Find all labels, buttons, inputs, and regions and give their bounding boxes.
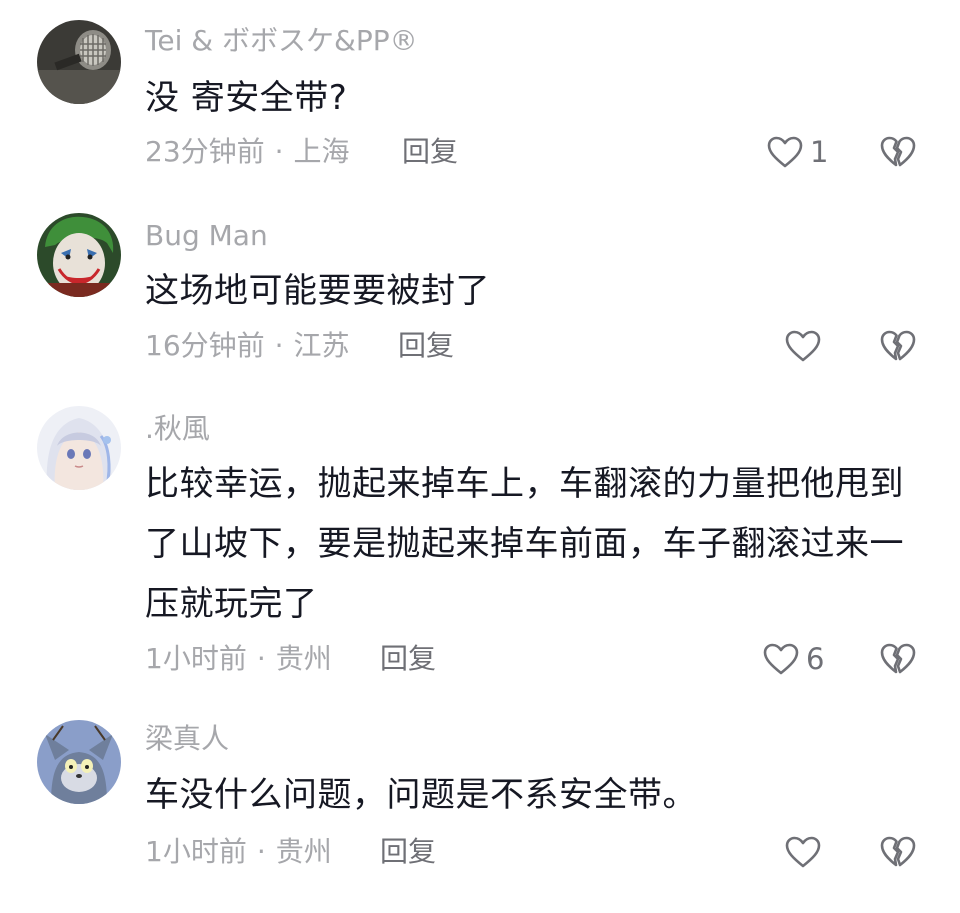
avatar[interactable] xyxy=(37,720,121,804)
dislike-button[interactable] xyxy=(879,642,917,676)
comment-item: .秋風 比较幸运，抛起来掉车上，车翻滚的力量把他甩到了山坡下，要是抛起来掉车前面… xyxy=(0,390,960,700)
avatar-anime-girl-image xyxy=(37,406,121,490)
comment-username[interactable]: Tei & ボボスケ&PP® xyxy=(145,24,418,58)
avatar[interactable] xyxy=(37,213,121,297)
comment-location: 上海 xyxy=(293,135,350,168)
meta-separator: · xyxy=(256,835,266,868)
comment-meta: 1小时前 · 贵州 xyxy=(145,834,332,870)
comment-location: 江苏 xyxy=(293,329,350,362)
reply-button[interactable]: 回复 xyxy=(380,834,436,870)
comment-text: 车没什么问题，问题是不系安全带。 xyxy=(145,775,697,815)
dislike-button[interactable] xyxy=(879,835,917,869)
comment-text: 比较幸运，抛起来掉车上，车翻滚的力量把他甩到了山坡下，要是抛起来掉车前面，车子翻… xyxy=(145,464,904,624)
reply-button[interactable]: 回复 xyxy=(402,134,458,170)
like-button[interactable]: 6 xyxy=(762,642,824,676)
like-button[interactable] xyxy=(784,835,828,869)
heart-outline-icon xyxy=(767,136,803,168)
comment-time: 1小时前 xyxy=(145,835,247,868)
comment-item: 梁真人 车没什么问题，问题是不系安全带。 1小时前 · 贵州 回复 xyxy=(0,700,960,913)
comment-text: 这场地可能要要被封了 xyxy=(145,271,490,311)
like-button[interactable]: 1 xyxy=(766,135,828,169)
broken-heart-icon xyxy=(880,643,916,674)
broken-heart-icon xyxy=(880,836,916,867)
heart-outline-icon xyxy=(785,330,821,362)
like-count: 1 xyxy=(810,135,829,169)
comment-time: 16分钟前 xyxy=(145,329,265,362)
comment-time: 1小时前 xyxy=(145,642,247,675)
broken-heart-icon xyxy=(880,330,916,361)
comment-meta: 23分钟前 · 上海 xyxy=(145,134,350,170)
comment-location: 贵州 xyxy=(275,642,332,675)
like-count: 6 xyxy=(806,642,825,676)
comment-username[interactable]: 梁真人 xyxy=(145,722,229,756)
comment-item: Tei & ボボスケ&PP® 没 寄安全带? 23分钟前 · 上海 回复 1 xyxy=(0,0,960,195)
avatar[interactable] xyxy=(37,406,121,490)
meta-separator: · xyxy=(274,135,284,168)
comment-meta: 1小时前 · 贵州 xyxy=(145,641,332,677)
comment-time: 23分钟前 xyxy=(145,135,265,168)
avatar[interactable] xyxy=(37,20,121,104)
like-button[interactable] xyxy=(784,329,828,363)
reply-button[interactable]: 回复 xyxy=(398,328,454,364)
comment-meta: 16分钟前 · 江苏 xyxy=(145,328,350,364)
avatar-microphone-image xyxy=(37,20,121,104)
heart-outline-icon xyxy=(763,643,799,675)
dislike-button[interactable] xyxy=(879,135,917,169)
reply-button[interactable]: 回复 xyxy=(380,641,436,677)
comment-text: 没 寄安全带? xyxy=(145,78,348,118)
avatar-cartoon-cat-image xyxy=(37,720,121,804)
meta-separator: · xyxy=(256,642,266,675)
comment-username[interactable]: .秋風 xyxy=(145,412,210,446)
comment-item: Bug Man 这场地可能要要被封了 16分钟前 · 江苏 回复 xyxy=(0,195,960,390)
dislike-button[interactable] xyxy=(879,329,917,363)
broken-heart-icon xyxy=(880,136,916,167)
heart-outline-icon xyxy=(785,836,821,868)
comment-location: 贵州 xyxy=(275,835,332,868)
comment-username[interactable]: Bug Man xyxy=(145,219,268,253)
avatar-joker-image xyxy=(37,213,121,297)
meta-separator: · xyxy=(274,329,284,362)
